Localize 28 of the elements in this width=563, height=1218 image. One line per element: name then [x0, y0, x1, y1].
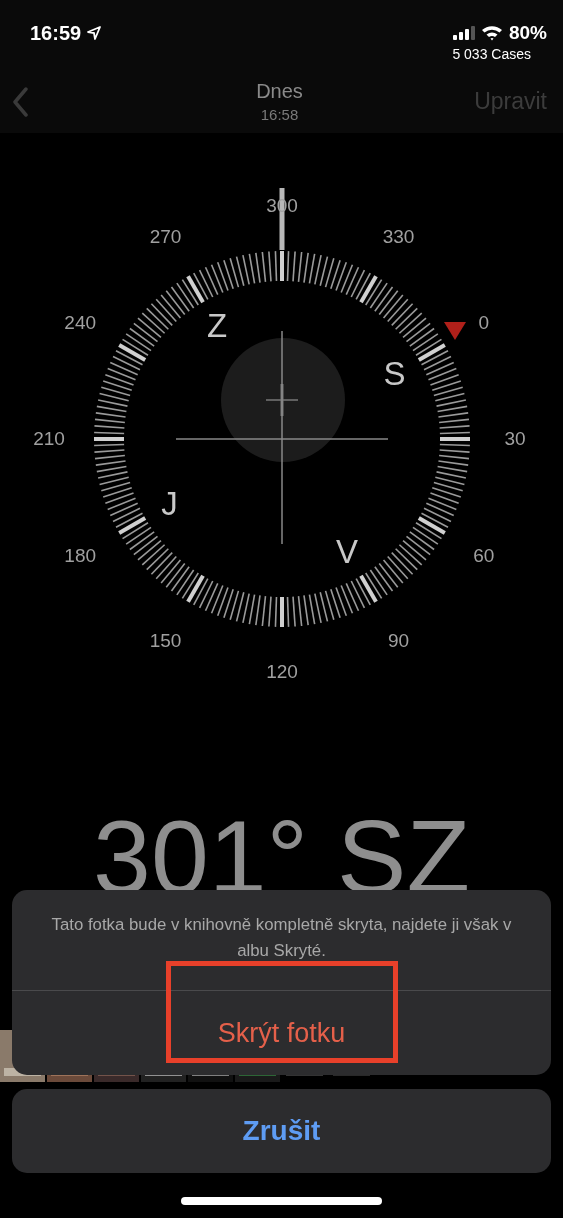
degree-label: 90 [387, 629, 410, 652]
signal-icon [452, 26, 475, 40]
cardinal-label: S [383, 355, 406, 393]
degree-label: 150 [149, 629, 182, 652]
cardinal-label: Z [206, 307, 228, 346]
nav-title: Dnes [256, 80, 303, 103]
sheet-message: Tato fotka bude v knihovně kompletně skryta, najdete ji však v albu Skryté. [50, 914, 513, 963]
degree-label: 0 [478, 311, 490, 334]
cardinal-label: J [161, 485, 178, 523]
degree-label: 60 [473, 544, 495, 567]
degree-label: 180 [64, 544, 97, 567]
degree-label: 30 [504, 428, 526, 450]
cancel-button[interactable]: Zrušit [12, 1089, 551, 1174]
degree-label: 210 [33, 428, 65, 450]
degree-label: 240 [64, 311, 97, 334]
status-note: 5 033 Cases [452, 46, 531, 62]
battery-percentage: 80% [508, 22, 547, 44]
wifi-icon [480, 25, 503, 41]
status-time: 16:59 [30, 22, 82, 45]
nav-subtitle: 16:58 [260, 106, 299, 123]
hide-photo-button[interactable]: Skrýt fotku [12, 991, 551, 1076]
location-arrow-icon [87, 26, 102, 40]
cardinal-label: V [336, 532, 358, 571]
heading-marker-icon [444, 321, 466, 340]
degree-label: 270 [149, 226, 182, 249]
back-icon[interactable] [12, 86, 28, 117]
degree-label: 120 [266, 661, 298, 683]
degree-label: 330 [382, 226, 415, 249]
